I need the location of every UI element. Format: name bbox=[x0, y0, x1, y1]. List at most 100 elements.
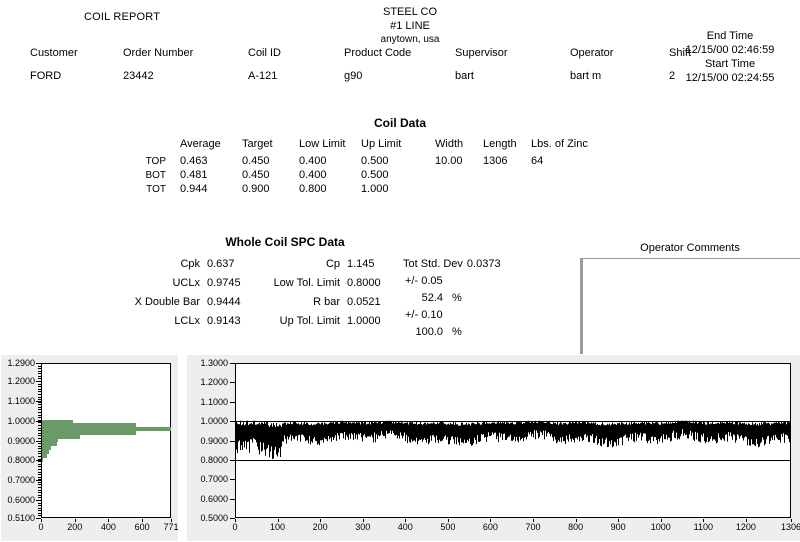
y-minor-tick bbox=[38, 487, 41, 488]
y-minor-tick bbox=[38, 456, 41, 457]
header-field-product-code: Product Codeg90 bbox=[344, 47, 411, 82]
y-minor-tick bbox=[38, 474, 41, 475]
histogram-bar bbox=[42, 450, 49, 454]
y-axis-tick-label: 1.0000 bbox=[1, 417, 35, 426]
y-minor-tick bbox=[38, 464, 41, 465]
spc-stat-row: Cpk0.637 bbox=[110, 258, 253, 277]
operator-comments-label: Operator Comments bbox=[580, 242, 800, 254]
coil-cell bbox=[483, 168, 531, 182]
coil-cell: 0.500 bbox=[361, 154, 435, 168]
histogram-bar bbox=[42, 431, 136, 435]
std-dev-row: Tot Std. Dev0.0373 bbox=[403, 258, 501, 275]
coil-cell: 0.450 bbox=[242, 168, 299, 182]
y-axis-tick-mark bbox=[36, 441, 41, 442]
coil-column-header: Lbs. of Zinc bbox=[531, 138, 591, 154]
coil-cell bbox=[483, 182, 531, 196]
y-axis-tick-mark bbox=[36, 363, 41, 364]
coil-cell: 0.900 bbox=[242, 182, 299, 196]
tolerance-label-row: +/- 0.05 bbox=[403, 275, 501, 292]
coil-cell: 1.000 bbox=[361, 182, 435, 196]
coil-cell: 1306 bbox=[483, 154, 531, 168]
coil-cell: 0.400 bbox=[299, 168, 361, 182]
y-minor-tick bbox=[38, 510, 41, 511]
tolerance-rows: +/- 0.0552.4%+/- 0.10 100.0% bbox=[403, 275, 501, 343]
tolerance-percent-row: 52.4% bbox=[403, 292, 501, 309]
x-axis-tick-mark bbox=[41, 519, 42, 522]
x-axis-tick-mark bbox=[142, 519, 143, 522]
y-minor-tick bbox=[38, 477, 41, 478]
y-minor-tick bbox=[38, 428, 41, 429]
histogram-panel: 1.29001.20001.10001.00000.90000.80000.70… bbox=[0, 354, 178, 541]
histogram-bar bbox=[42, 427, 171, 431]
y-minor-tick bbox=[38, 368, 41, 369]
y-minor-tick bbox=[38, 505, 41, 506]
coil-cell: 0.500 bbox=[361, 168, 435, 182]
histogram-bar bbox=[42, 423, 136, 427]
y-axis-tick-label: 1.1000 bbox=[1, 397, 35, 406]
y-minor-tick bbox=[38, 415, 41, 416]
spc-title: Whole Coil SPC Data bbox=[0, 235, 570, 249]
y-minor-tick bbox=[38, 490, 41, 491]
y-axis-tick-mark bbox=[36, 500, 41, 501]
spc-column-left: Cpk0.637UCLx0.9745X Double Bar0.9444LCLx… bbox=[110, 258, 253, 334]
spc-data-trace bbox=[187, 355, 800, 542]
y-axis-tick-label: 0.5100 bbox=[1, 514, 35, 523]
tolerance-percent-row: 100.0% bbox=[403, 326, 501, 343]
y-minor-tick bbox=[38, 425, 41, 426]
tolerance-label-row: +/- 0.10 bbox=[403, 309, 501, 326]
header-field-coil-id: Coil IDA-121 bbox=[248, 47, 281, 82]
start-time-value: 12/15/00 02:24:55 bbox=[660, 71, 800, 85]
spc-stat-row: X Double Bar0.9444 bbox=[110, 296, 253, 315]
table-row: TOP0.4630.4500.4000.50010.00130664 bbox=[130, 154, 591, 168]
spc-stat-row: Up Tol. Limit1.0000 bbox=[240, 315, 399, 334]
spc-stat-label: Low Tol. Limit bbox=[240, 277, 340, 289]
table-row: BOT0.4810.4500.4000.500 bbox=[130, 168, 591, 182]
y-minor-tick bbox=[38, 378, 41, 379]
y-axis-tick-label: 1.2000 bbox=[1, 377, 35, 386]
tolerance-percent-value: 100.0 bbox=[403, 326, 443, 338]
spc-stat-label: R bar bbox=[240, 296, 340, 308]
coil-cell: 64 bbox=[531, 154, 591, 168]
coil-cell: 0.800 bbox=[299, 182, 361, 196]
y-minor-tick bbox=[38, 495, 41, 496]
histogram-bar bbox=[42, 454, 47, 458]
spc-column-right: Tot Std. Dev0.0373 +/- 0.0552.4%+/- 0.10… bbox=[403, 258, 501, 343]
spc-stat-row: LCLx0.9143 bbox=[110, 315, 253, 334]
field-value: FORD bbox=[30, 70, 78, 82]
spc-stat-row: Cp1.145 bbox=[240, 258, 399, 277]
x-axis-tick-label: 771 bbox=[151, 523, 191, 532]
end-time-value: 12/15/00 02:46:59 bbox=[660, 43, 800, 57]
y-axis-tick-mark bbox=[36, 421, 41, 422]
coil-cell bbox=[531, 182, 591, 196]
operator-comments-input[interactable] bbox=[580, 258, 800, 360]
std-dev-label: Tot Std. Dev bbox=[403, 258, 463, 270]
coil-cell: 0.450 bbox=[242, 154, 299, 168]
header-field-operator: Operatorbart m bbox=[570, 47, 613, 82]
y-minor-tick bbox=[38, 417, 41, 418]
coil-cell bbox=[531, 168, 591, 182]
y-minor-tick bbox=[38, 386, 41, 387]
coil-column-header: Length bbox=[483, 138, 531, 154]
tolerance-percent-value: 52.4 bbox=[403, 292, 443, 304]
coil-row-label: BOT bbox=[130, 168, 180, 182]
y-minor-tick bbox=[38, 508, 41, 509]
y-minor-tick bbox=[38, 438, 41, 439]
field-label: Coil ID bbox=[248, 47, 281, 59]
y-minor-tick bbox=[38, 472, 41, 473]
y-axis-tick-label: 0.7000 bbox=[1, 476, 35, 485]
coil-column-header: Width bbox=[435, 138, 483, 154]
coil-data-table: AverageTargetLow LimitUp LimitWidthLengt… bbox=[130, 138, 591, 196]
limit-line-low-tol-limit bbox=[236, 460, 790, 461]
y-minor-tick bbox=[38, 435, 41, 436]
y-minor-tick bbox=[38, 407, 41, 408]
coil-cell: 0.463 bbox=[180, 154, 242, 168]
y-minor-tick bbox=[38, 376, 41, 377]
y-axis-tick-mark bbox=[36, 480, 41, 481]
spc-stat-label: Cpk bbox=[110, 258, 200, 270]
tolerance-label: +/- 0.10 bbox=[403, 309, 443, 321]
y-minor-tick bbox=[38, 443, 41, 444]
histogram-bar bbox=[42, 442, 57, 446]
y-minor-tick bbox=[38, 451, 41, 452]
spc-stat-label: Cp bbox=[240, 258, 340, 270]
y-minor-tick bbox=[38, 503, 41, 504]
